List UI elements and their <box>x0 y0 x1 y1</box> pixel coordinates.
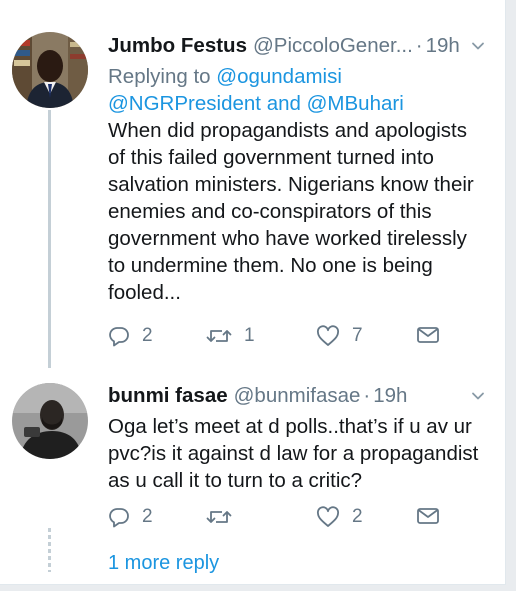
tweet-line: pvc?is it against d law for a propagandi… <box>108 442 479 465</box>
separator: · <box>363 384 371 407</box>
avatar[interactable] <box>12 383 88 459</box>
thread-line <box>48 110 51 368</box>
conversation-card: Jumbo Festus @PiccoloGener... · 19h Repl… <box>0 0 506 585</box>
reply-count: 2 <box>142 325 153 346</box>
tweet-text: When did propagandists and apologists of… <box>108 117 485 306</box>
reply-button[interactable]: 2 <box>108 325 153 347</box>
replying-to-label: Replying to <box>108 65 211 88</box>
like-button[interactable]: 2 <box>316 506 363 528</box>
reply-icon <box>109 508 129 528</box>
mention-link[interactable]: @NGRPresident <box>108 92 261 115</box>
replying-to: Replying to @ogundamisi @NGRPresident an… <box>108 63 485 117</box>
more-replies-link[interactable]: 1 more reply <box>108 552 219 575</box>
reply-icon <box>109 327 129 347</box>
retweet-count: 1 <box>244 325 255 346</box>
retweet-button[interactable] <box>206 506 244 528</box>
mention-link[interactable]: @ogundamisi <box>216 65 342 88</box>
chevron-down-icon[interactable] <box>471 389 485 403</box>
separator: · <box>415 34 423 57</box>
avatar[interactable] <box>12 32 88 108</box>
thread-dots <box>48 528 51 572</box>
like-count: 2 <box>352 506 363 527</box>
tweet-line: salvation ministers. Nigerians know thei… <box>108 173 474 196</box>
mention-and: and <box>266 92 301 115</box>
message-button[interactable] <box>416 325 452 345</box>
tweet-line: Oga let’s meet at d polls..that’s if u a… <box>108 415 472 438</box>
tweet-line: government who have worked tirelessly <box>108 227 467 250</box>
tweet-header: Jumbo Festus @PiccoloGener... · 19h <box>108 33 485 59</box>
tweet[interactable]: Jumbo Festus @PiccoloGener... · 19h Repl… <box>108 33 485 306</box>
retweet-button[interactable]: 1 <box>206 325 255 347</box>
tweet-line: fooled... <box>108 281 181 304</box>
tweet-line: of this failed government turned into <box>108 146 434 169</box>
reply-count: 2 <box>142 506 153 527</box>
user-handle[interactable]: @PiccoloGener... <box>253 33 413 59</box>
tweet-header: bunmi fasae @bunmifasae · 19h <box>108 383 485 409</box>
tweet-line: as u call it to turn to a critic? <box>108 469 363 492</box>
like-icon <box>317 325 339 346</box>
like-button[interactable]: 7 <box>316 325 363 347</box>
mention-link[interactable]: @MBuhari <box>307 92 404 115</box>
user-name[interactable]: bunmi fasae <box>108 383 228 409</box>
message-icon <box>417 508 439 524</box>
tweet-text: Oga let’s meet at d polls..that’s if u a… <box>108 413 485 494</box>
avatar-image <box>12 32 88 108</box>
avatar-image <box>12 383 88 459</box>
retweet-icon <box>206 330 232 342</box>
tweet-actions: 2 1 7 <box>108 325 448 351</box>
tweet-actions: 2 2 <box>108 506 448 532</box>
tweet[interactable]: bunmi fasae @bunmifasae · 19h Oga let’s … <box>108 383 485 494</box>
retweet-icon <box>206 511 232 523</box>
like-count: 7 <box>352 325 363 346</box>
user-name[interactable]: Jumbo Festus <box>108 33 247 59</box>
message-icon <box>417 327 439 343</box>
tweet-line: enemies and co-conspirators of this <box>108 200 432 223</box>
timestamp[interactable]: 19h <box>373 383 407 409</box>
user-handle[interactable]: @bunmifasae <box>234 383 361 409</box>
tweet-line: to undermine them. No one is being <box>108 254 433 277</box>
chevron-down-icon[interactable] <box>471 39 485 53</box>
message-button[interactable] <box>416 506 452 526</box>
like-icon <box>317 506 339 527</box>
tweet-line: When did propagandists and apologists <box>108 119 467 142</box>
reply-button[interactable]: 2 <box>108 506 153 528</box>
timestamp[interactable]: 19h <box>426 33 460 59</box>
